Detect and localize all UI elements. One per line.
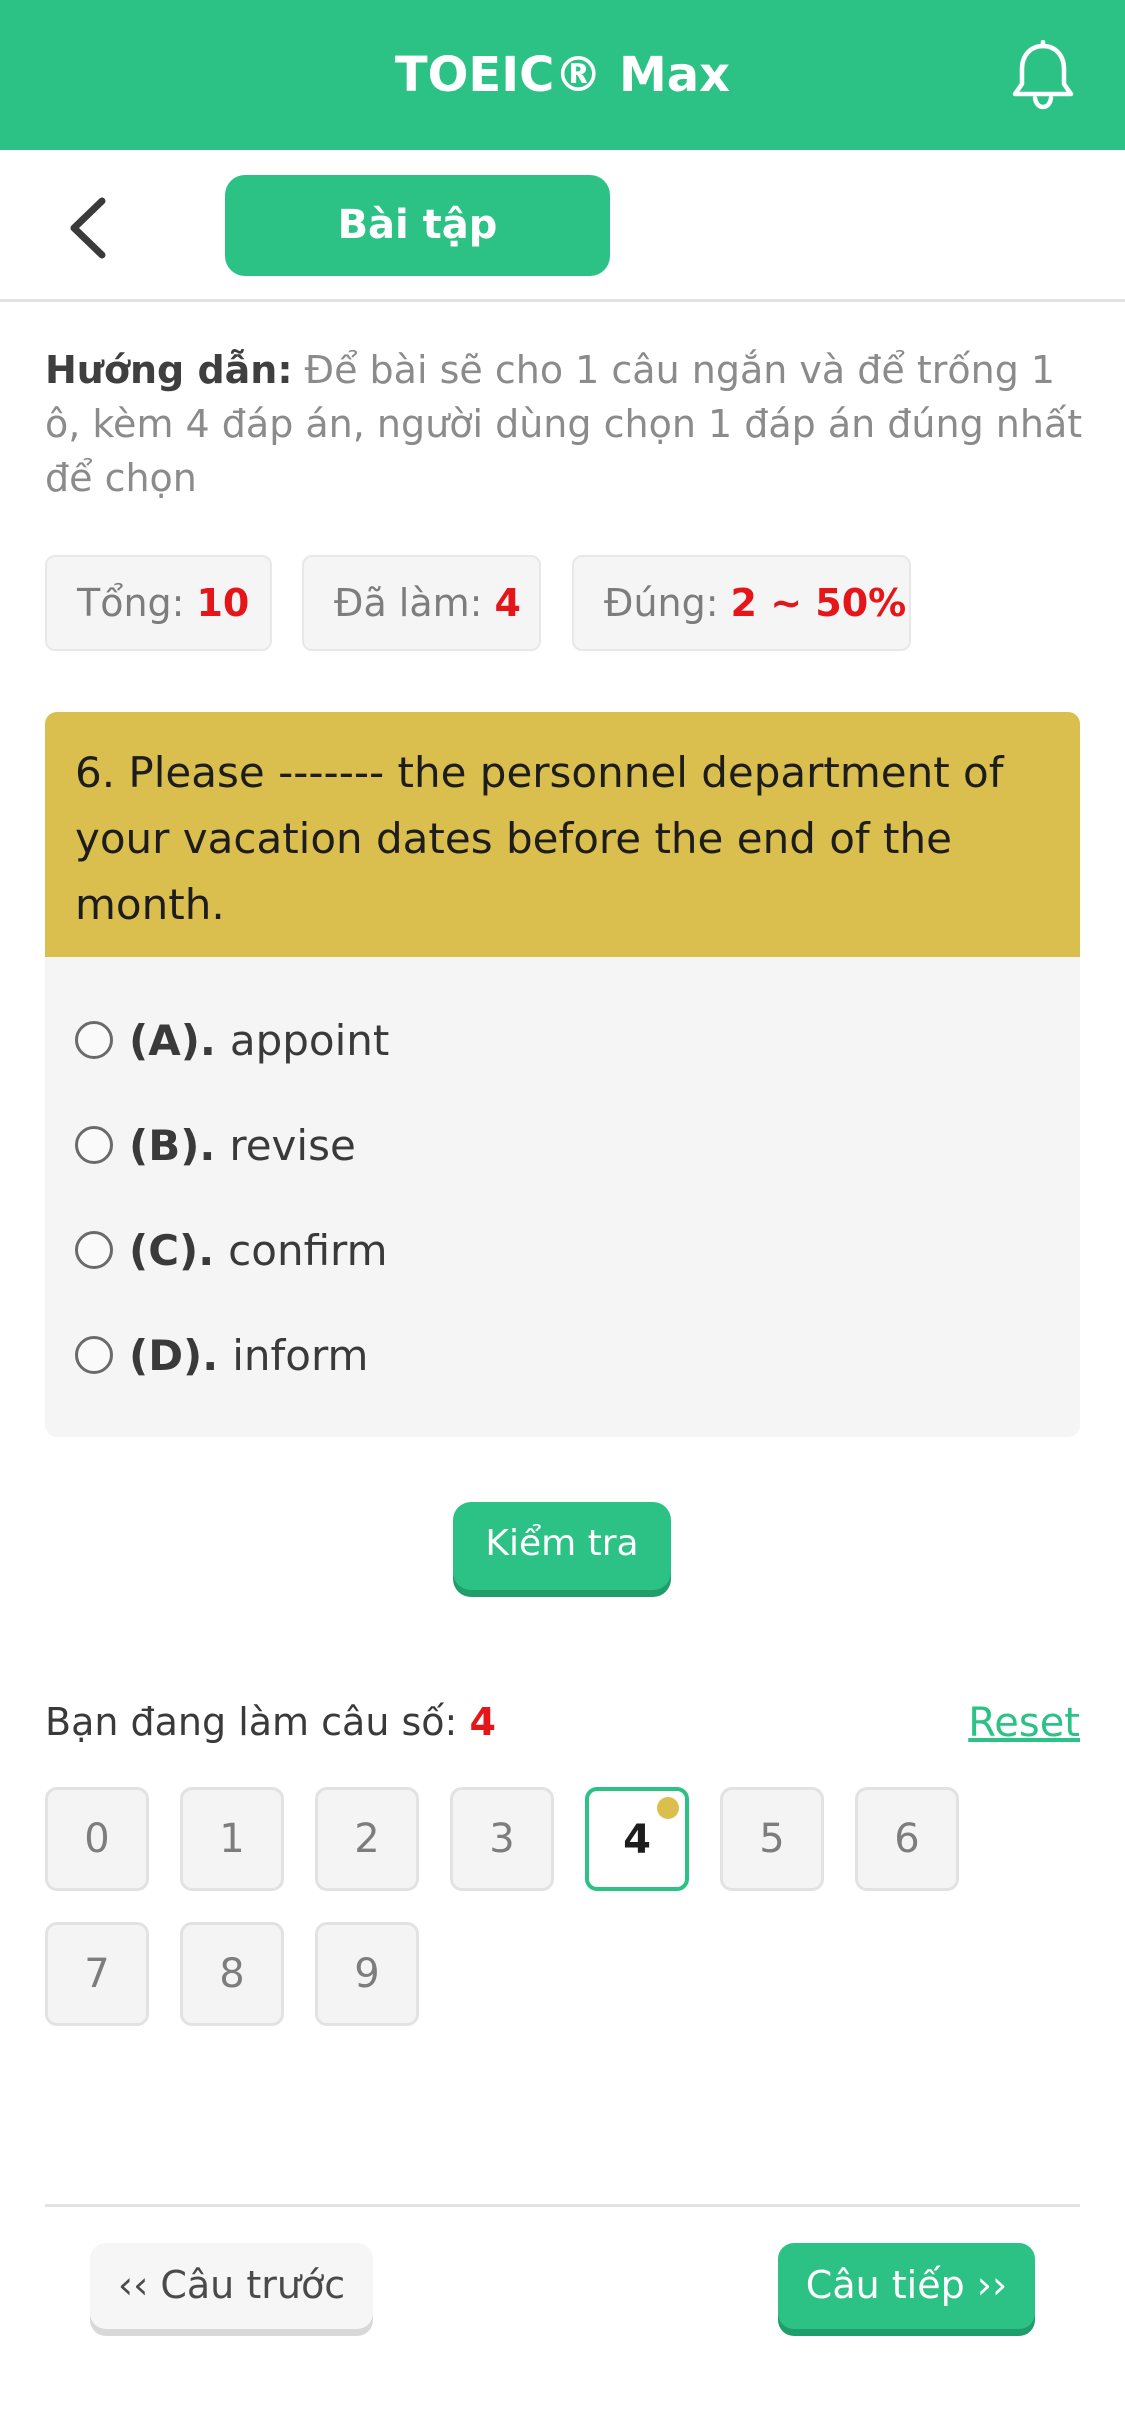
option-c[interactable]: (C). confirm: [75, 1220, 387, 1280]
question-number-2[interactable]: 2: [315, 1787, 419, 1891]
question-number-9[interactable]: 9: [315, 1922, 419, 2026]
option-a[interactable]: (A). appoint: [75, 1010, 389, 1070]
question-number-5[interactable]: 5: [720, 1787, 824, 1891]
current-indicator-dot: [657, 1797, 679, 1819]
progress-label: Bạn đang làm câu số: 4: [45, 1700, 496, 1744]
question-number-0[interactable]: 0: [45, 1787, 149, 1891]
option-key: (A).: [129, 1015, 216, 1065]
reset-link[interactable]: Reset: [968, 1700, 1080, 1746]
previous-question-button[interactable]: ‹‹ Câu trước: [90, 2243, 373, 2329]
back-button[interactable]: [60, 193, 120, 263]
app-title: TOEIC® Max: [394, 47, 731, 103]
next-question-button[interactable]: Câu tiếp ››: [778, 2243, 1035, 2329]
check-button[interactable]: Kiểm tra: [453, 1502, 671, 1590]
option-key: (C).: [129, 1225, 215, 1275]
option-b[interactable]: (B). revise: [75, 1115, 356, 1175]
stat-done-label: Đã làm:: [334, 581, 483, 625]
stat-total-label: Tổng:: [77, 581, 185, 625]
question-number-label: 4: [623, 1817, 651, 1863]
stat-correct: Đúng: 2 ~ 50%: [572, 555, 911, 651]
option-text: revise: [229, 1120, 356, 1170]
question-number-3[interactable]: 3: [450, 1787, 554, 1891]
option-text: confirm: [228, 1225, 388, 1275]
option-text: appoint: [229, 1015, 390, 1065]
tab-exercises[interactable]: Bài tập: [225, 175, 610, 276]
stat-correct-label: Đúng:: [604, 581, 719, 625]
stat-done: Đã làm: 4: [302, 555, 541, 651]
question-text: 6. Please ------- the personnel departme…: [45, 712, 1080, 957]
instruction-text: Hướng dẫn: Để bài sẽ cho 1 câu ngắn và đ…: [45, 343, 1085, 505]
question-number-8[interactable]: 8: [180, 1922, 284, 2026]
stat-total-value: 10: [196, 581, 250, 625]
question-number-4[interactable]: 4: [585, 1787, 689, 1891]
option-key: (B).: [129, 1120, 216, 1170]
question-number-1[interactable]: 1: [180, 1787, 284, 1891]
option-d[interactable]: (D). inform: [75, 1325, 368, 1385]
radio-button[interactable]: [75, 1021, 113, 1059]
instruction-label: Hướng dẫn:: [45, 348, 293, 392]
current-question-number: 4: [469, 1700, 496, 1744]
radio-button[interactable]: [75, 1126, 113, 1164]
question-number-7[interactable]: 7: [45, 1922, 149, 2026]
radio-button[interactable]: [75, 1231, 113, 1269]
question-card: 6. Please ------- the personnel departme…: [45, 712, 1080, 1437]
progress-label-text: Bạn đang làm câu số:: [45, 1700, 458, 1744]
sub-header: Bài tập: [0, 150, 1125, 302]
stat-correct-value: 2 ~ 50%: [730, 581, 907, 625]
stat-done-value: 4: [494, 581, 521, 625]
stat-total: Tổng: 10: [45, 555, 272, 651]
radio-button[interactable]: [75, 1336, 113, 1374]
option-text: inform: [232, 1330, 369, 1380]
question-number-6[interactable]: 6: [855, 1787, 959, 1891]
option-key: (D).: [129, 1330, 219, 1380]
bell-icon[interactable]: [1008, 39, 1078, 112]
footer-divider: [45, 2204, 1080, 2207]
chevron-left-icon: [70, 197, 106, 259]
